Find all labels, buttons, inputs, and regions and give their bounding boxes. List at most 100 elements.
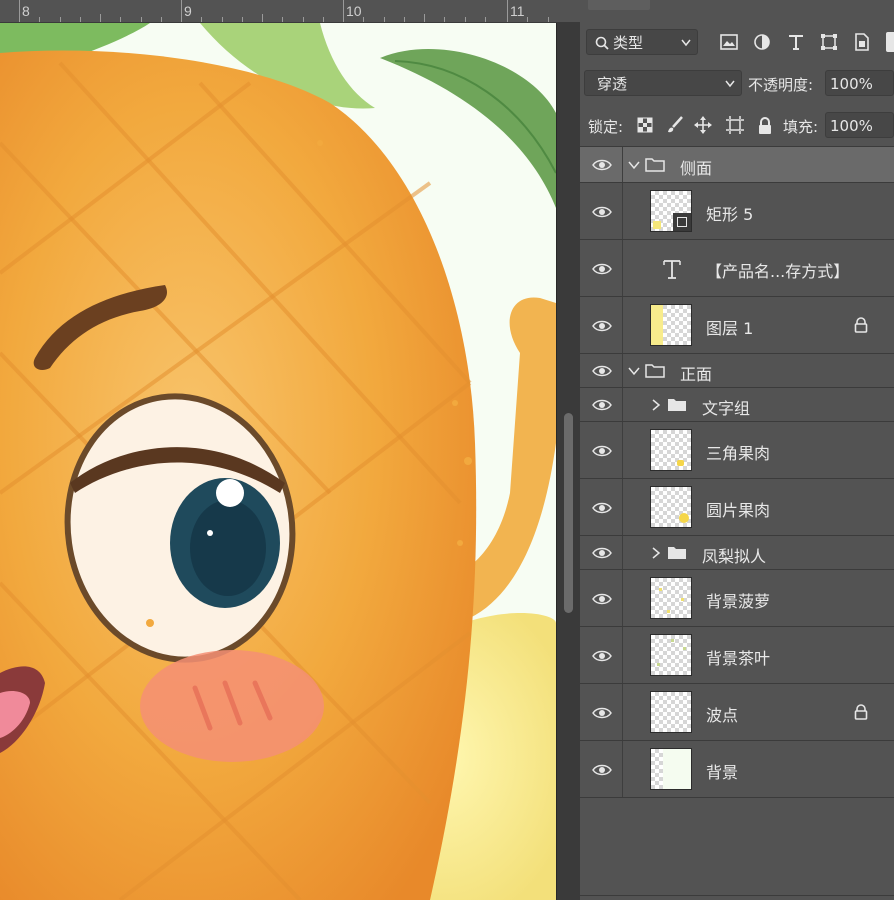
ruler-tick	[262, 14, 263, 22]
eye-visibility-icon[interactable]	[592, 649, 612, 663]
eye-visibility-icon[interactable]	[592, 205, 612, 219]
layer-name: 图层 1	[706, 319, 754, 338]
eye-visibility-icon[interactable]	[592, 262, 612, 276]
layer-thumbnail	[650, 634, 692, 676]
layer-row-round-pulp[interactable]: 圆片果肉	[580, 479, 894, 536]
ruler-tick	[403, 17, 405, 22]
lock-all-icon[interactable]	[755, 115, 775, 135]
ruler-tick	[484, 17, 486, 22]
shape-filter-icon[interactable]	[819, 32, 839, 52]
vertical-scrollbar[interactable]	[557, 23, 580, 900]
type-filter-icon[interactable]	[786, 32, 806, 52]
eye-visibility-icon[interactable]	[592, 398, 612, 412]
ruler-mark: 10	[346, 3, 362, 19]
ruler-tick	[363, 17, 365, 22]
layers-panel-tab[interactable]	[588, 0, 650, 10]
eye-visibility-icon[interactable]	[592, 706, 612, 720]
document-canvas-area[interactable]: 8 9 10 11	[0, 0, 580, 900]
ruler-tick	[39, 17, 41, 22]
layer-name: 圆片果肉	[706, 501, 771, 520]
fill-input[interactable]: 100%	[825, 112, 894, 138]
chevron-right-icon[interactable]	[650, 399, 662, 411]
image-filter-icon[interactable]	[719, 32, 739, 52]
scrollbar-thumb[interactable]	[564, 413, 573, 613]
row-separator	[622, 297, 623, 353]
adjustment-filter-icon[interactable]	[752, 32, 772, 52]
ruler-tick	[19, 0, 20, 22]
lock-label: 锁定:	[588, 118, 624, 136]
ruler-mark: 8	[22, 3, 30, 19]
layer-row-text[interactable]: 【产品名...存方式】	[580, 240, 894, 297]
ruler-tick	[507, 0, 508, 22]
row-separator	[622, 570, 623, 626]
eye-visibility-icon[interactable]	[592, 364, 612, 378]
filter-toggle-switch[interactable]	[886, 32, 894, 52]
ruler-tick	[464, 17, 466, 22]
row-separator	[622, 684, 623, 740]
layer-row-triangle-pulp[interactable]: 三角果肉	[580, 422, 894, 479]
row-separator	[622, 536, 623, 569]
layer-name: 正面	[680, 365, 713, 384]
ruler-tick	[343, 0, 344, 22]
layer-thumbnail	[650, 429, 692, 471]
eye-visibility-icon[interactable]	[592, 501, 612, 515]
artboard-pineapple-illustration[interactable]	[0, 23, 556, 900]
smart-object-filter-icon[interactable]	[852, 32, 872, 52]
text-layer-icon	[663, 260, 681, 279]
lock-position-move-icon[interactable]	[693, 115, 713, 135]
lock-transparent-pixels-icon[interactable]	[635, 115, 655, 135]
eye-visibility-icon[interactable]	[592, 319, 612, 333]
folder-open-icon	[645, 364, 665, 378]
ruler-tick	[79, 17, 81, 22]
eye-visibility-icon[interactable]	[592, 158, 612, 172]
layer-name: 背景茶叶	[706, 649, 771, 668]
lock-artboard-icon[interactable]	[725, 115, 745, 135]
chevron-down-icon[interactable]	[628, 365, 640, 377]
ruler-tick	[241, 17, 243, 22]
ruler-tick	[59, 17, 61, 22]
row-separator	[622, 354, 623, 387]
ruler-tick	[160, 17, 162, 22]
folder-icon	[668, 547, 686, 559]
chevron-right-icon[interactable]	[650, 547, 662, 559]
row-separator	[622, 388, 623, 421]
horizontal-ruler[interactable]: 8 9 10 11	[0, 0, 580, 23]
layer-row-layer-1[interactable]: 图层 1	[580, 297, 894, 354]
layer-name: 文字组	[702, 399, 751, 418]
layers-panel: 类型 穿透 不透明度: 100% 锁定: 填充: 100% 侧面 矩形 5 【产…	[580, 0, 894, 900]
eye-visibility-icon[interactable]	[592, 444, 612, 458]
lock-image-pixels-brush-icon[interactable]	[665, 115, 685, 135]
layer-filter-dropdown[interactable]: 类型	[586, 29, 698, 55]
layer-name: 矩形 5	[706, 205, 754, 224]
layer-name: 波点	[706, 706, 739, 725]
layer-row-front-group[interactable]: 正面	[580, 354, 894, 388]
eye-visibility-icon[interactable]	[592, 763, 612, 777]
opacity-label: 不透明度:	[748, 76, 814, 94]
eye-visibility-icon[interactable]	[592, 592, 612, 606]
lock-icon	[854, 704, 868, 720]
ruler-tick	[444, 17, 446, 22]
ruler-tick	[322, 17, 324, 22]
chevron-down-icon[interactable]	[628, 159, 640, 171]
layer-name: 【产品名...存方式】	[706, 262, 850, 281]
chevron-down-icon	[725, 80, 735, 88]
layer-name: 三角果肉	[706, 444, 771, 463]
ruler-tick	[527, 17, 529, 22]
row-separator	[622, 240, 623, 296]
eye-visibility-icon[interactable]	[592, 546, 612, 560]
search-icon	[595, 36, 609, 50]
layer-row-rectangle-5[interactable]: 矩形 5	[580, 183, 894, 240]
opacity-value: 100%	[830, 75, 873, 93]
layer-row-pineapple-character-group[interactable]: 凤梨拟人	[580, 536, 894, 570]
opacity-input[interactable]: 100%	[825, 70, 894, 96]
layer-row-text-group[interactable]: 文字组	[580, 388, 894, 422]
row-separator	[622, 479, 623, 535]
layer-row-background[interactable]: 背景	[580, 741, 894, 798]
layer-row-background-pineapple[interactable]: 背景菠萝	[580, 570, 894, 627]
layer-row-background-tea-leaves[interactable]: 背景茶叶	[580, 627, 894, 684]
leaf-right	[380, 49, 556, 209]
layer-row-polka-dots[interactable]: 波点	[580, 684, 894, 741]
folder-open-icon	[645, 158, 665, 172]
layer-row-side-group[interactable]: 侧面	[580, 147, 894, 183]
blend-mode-dropdown[interactable]: 穿透	[584, 70, 742, 96]
